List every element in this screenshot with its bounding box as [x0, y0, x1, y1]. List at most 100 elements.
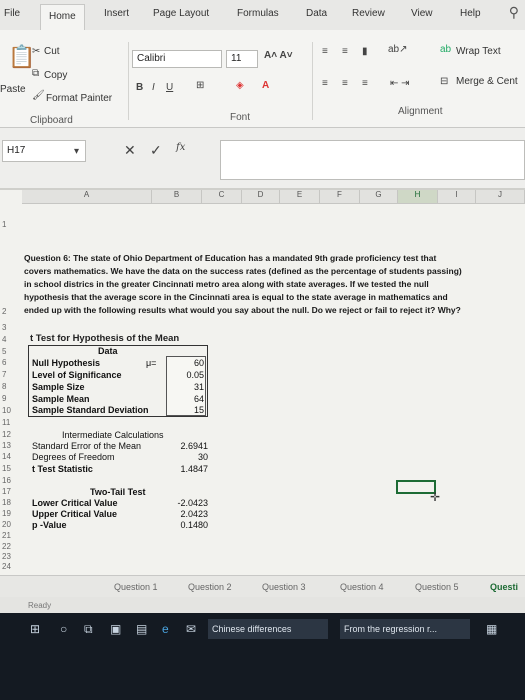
row-header[interactable]: 6 — [2, 358, 6, 367]
mail-icon[interactable]: ✉ — [186, 622, 196, 636]
null-value[interactable]: 60 — [166, 358, 204, 368]
tab-review[interactable]: Review — [352, 8, 385, 19]
row-header[interactable]: 7 — [2, 370, 6, 379]
row-header[interactable]: 24 — [2, 562, 11, 571]
row-header[interactable]: 2 — [2, 307, 6, 316]
font-size-select[interactable]: 11 — [226, 50, 258, 68]
file-explorer-icon[interactable]: ▤ — [136, 622, 147, 636]
row-header[interactable]: 3 — [2, 323, 6, 332]
column-header-h[interactable]: H — [398, 190, 438, 204]
sheet-tab[interactable]: Question 4 — [340, 582, 384, 592]
sample-mean-value[interactable]: 64 — [166, 394, 204, 404]
row-header[interactable]: 12 — [2, 430, 11, 439]
row-header[interactable]: 20 — [2, 520, 11, 529]
column-header-d[interactable]: D — [242, 190, 280, 204]
cut-button[interactable]: Cut — [44, 46, 60, 57]
underline-button[interactable]: U — [166, 82, 173, 93]
insert-function-button[interactable]: fx — [176, 142, 185, 153]
row-header[interactable]: 5 — [2, 347, 6, 356]
align-bottom-icon[interactable]: ▮ — [362, 46, 368, 57]
row-header[interactable]: 13 — [2, 441, 11, 450]
tab-insert[interactable]: Insert — [104, 8, 129, 19]
row-header[interactable]: 4 — [2, 335, 6, 344]
row-header[interactable]: 1 — [2, 220, 6, 229]
font-name-select[interactable]: Calibri — [132, 50, 222, 68]
tab-formulas[interactable]: Formulas — [237, 8, 279, 19]
row-header[interactable]: 14 — [2, 452, 11, 461]
column-header-c[interactable]: C — [202, 190, 242, 204]
row-header[interactable]: 19 — [2, 509, 11, 518]
row-header[interactable]: 8 — [2, 382, 6, 391]
search-icon[interactable]: ⚲ — [509, 4, 519, 21]
row-header[interactable]: 17 — [2, 487, 11, 496]
wrap-text-button[interactable]: Wrap Text — [456, 46, 501, 57]
align-left-icon[interactable]: ≡ — [322, 78, 328, 89]
wrap-text-icon[interactable]: ab — [440, 44, 451, 55]
null-hypothesis-label: Null Hypothesis — [32, 358, 101, 368]
edge-icon[interactable]: e — [162, 622, 169, 636]
column-header-e[interactable]: E — [280, 190, 320, 204]
copy-icon[interactable]: ⧉ — [32, 68, 39, 79]
sheet-tab[interactable]: Question 3 — [262, 582, 306, 592]
row-header[interactable]: 9 — [2, 394, 6, 403]
sheet-tab[interactable]: Question 2 — [188, 582, 232, 592]
tab-page-layout[interactable]: Page Layout — [153, 8, 209, 19]
column-header-g[interactable]: G — [360, 190, 398, 204]
tab-file[interactable]: File — [4, 8, 20, 19]
row-header[interactable]: 23 — [2, 552, 11, 561]
format-painter-icon[interactable]: 🖌 — [32, 90, 45, 101]
enter-icon[interactable]: ✓ — [150, 142, 162, 159]
sample-sd-value[interactable]: 15 — [166, 405, 204, 415]
grow-font-button[interactable]: A˄ A˅ — [264, 50, 293, 61]
excel-icon[interactable]: ▦ — [486, 622, 497, 636]
name-box-dropdown-icon[interactable]: ▾ — [74, 146, 79, 157]
merge-icon[interactable]: ⊟ — [440, 76, 448, 87]
font-color-icon[interactable]: A — [262, 80, 269, 91]
italic-button[interactable]: I — [152, 82, 155, 93]
paste-button[interactable]: Paste — [0, 84, 26, 95]
formula-input[interactable] — [220, 140, 525, 180]
column-header-i[interactable]: I — [438, 190, 476, 204]
borders-icon[interactable]: ⊞ — [196, 80, 204, 91]
align-middle-icon[interactable]: ≡ — [342, 46, 348, 57]
sample-size-value[interactable]: 31 — [166, 382, 204, 392]
align-right-icon[interactable]: ≡ — [362, 78, 368, 89]
sheet-tab-active[interactable]: Questi — [490, 582, 518, 592]
indent-icon[interactable]: ⇤ ⇥ — [390, 78, 410, 89]
format-painter-button[interactable]: Format Painter — [46, 93, 112, 104]
row-header[interactable]: 15 — [2, 464, 11, 473]
sheet-tab[interactable]: Question 1 — [114, 582, 158, 592]
fill-color-icon[interactable]: ◈ — [236, 80, 244, 91]
scissors-icon[interactable]: ✂ — [32, 46, 40, 57]
search-circle-icon[interactable]: ○ — [60, 622, 67, 636]
align-top-icon[interactable]: ≡ — [322, 46, 328, 57]
column-header-b[interactable]: B — [152, 190, 202, 204]
column-header-f[interactable]: F — [320, 190, 360, 204]
merge-center-button[interactable]: Merge & Cent — [456, 76, 518, 87]
tab-help[interactable]: Help — [460, 8, 481, 19]
cancel-icon[interactable]: ✕ — [124, 142, 136, 159]
task-view-icon[interactable]: ⧉ — [84, 622, 93, 637]
tab-home[interactable]: Home — [40, 4, 85, 30]
align-center-icon[interactable]: ≡ — [342, 78, 348, 89]
column-header-a[interactable]: A — [22, 190, 152, 204]
sheet-tab[interactable]: Question 5 — [415, 582, 459, 592]
row-header[interactable]: 22 — [2, 542, 11, 551]
column-header-j[interactable]: J — [476, 190, 525, 204]
row-header[interactable]: 11 — [2, 418, 10, 427]
mu-label: μ= — [146, 358, 157, 368]
tab-data[interactable]: Data — [306, 8, 327, 19]
copy-button[interactable]: Copy — [44, 70, 67, 81]
row-header[interactable]: 18 — [2, 498, 11, 507]
windows-start-icon[interactable]: ⊞ — [30, 622, 40, 636]
taskbar-app-word[interactable]: Chinese differences — [208, 619, 328, 639]
row-header[interactable]: 21 — [2, 531, 11, 540]
taskbar-app-browser[interactable]: From the regression r... — [340, 619, 470, 639]
row-header[interactable]: 16 — [2, 476, 11, 485]
significance-value[interactable]: 0.05 — [166, 370, 204, 380]
tab-view[interactable]: View — [411, 8, 433, 19]
orientation-icon[interactable]: ab↗ — [388, 44, 408, 55]
bold-button[interactable]: B — [136, 82, 143, 93]
row-header[interactable]: 10 — [2, 406, 11, 415]
store-icon[interactable]: ▣ — [110, 622, 121, 636]
